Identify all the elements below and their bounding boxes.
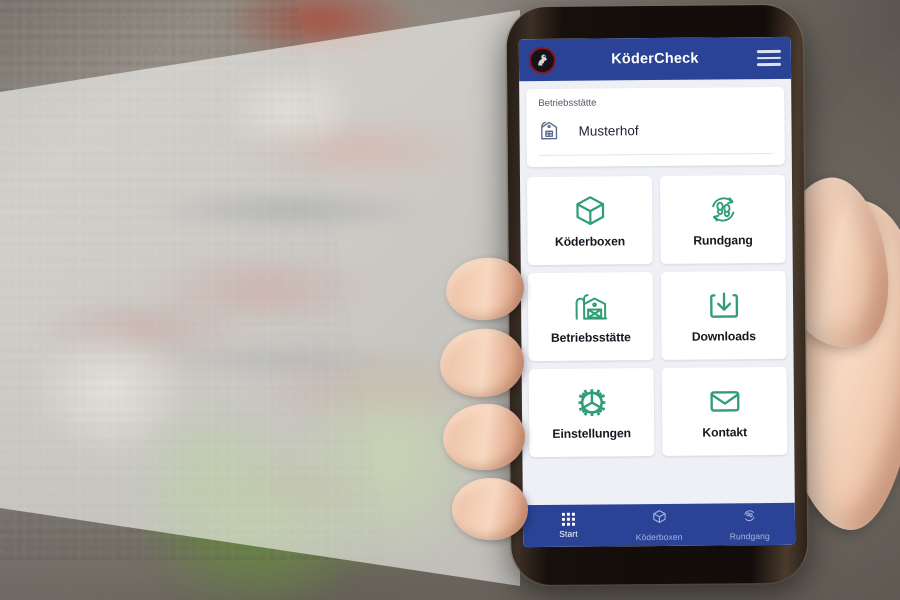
- tile-einstellungen[interactable]: Einstellungen: [528, 368, 655, 458]
- tile-label: Köderboxen: [554, 233, 626, 249]
- tile-betriebsstaette[interactable]: Betriebsstätte: [527, 272, 654, 362]
- tile-kontakt[interactable]: Kontakt: [661, 366, 788, 456]
- nav-item-start[interactable]: Start: [523, 504, 614, 547]
- smartphone: KöderCheck Betriebsstätte Musterhof Köde…: [506, 4, 808, 586]
- app-header: KöderCheck: [518, 36, 792, 82]
- envelope-icon: [707, 384, 741, 418]
- farm-building-icon: [538, 116, 564, 147]
- download-arrow-icon: [706, 288, 740, 322]
- nav-label: Rundgang: [729, 530, 770, 541]
- bottom-navigation: Start Köderboxen Rundgang: [522, 502, 796, 548]
- tile-label: Rundgang: [693, 232, 753, 248]
- tile-rundgang[interactable]: Rundgang: [659, 174, 786, 264]
- tile-koederboxen[interactable]: Köderboxen: [526, 176, 653, 266]
- cube-icon: [573, 193, 607, 227]
- nav-item-rundgang[interactable]: Rundgang: [704, 503, 795, 546]
- grid-dots-icon: [561, 512, 575, 526]
- tile-downloads[interactable]: Downloads: [660, 270, 787, 360]
- tile-label: Kontakt: [702, 424, 748, 440]
- tile-label: Downloads: [691, 328, 756, 344]
- tile-label: Einstellungen: [552, 425, 632, 441]
- footsteps-loop-icon: [706, 192, 740, 226]
- phone-screen: KöderCheck Betriebsstätte Musterhof Köde…: [518, 36, 796, 548]
- footsteps-loop-icon: [742, 508, 757, 528]
- nav-item-koederboxen[interactable]: Köderboxen: [613, 504, 704, 547]
- cube-icon: [651, 508, 666, 528]
- site-name-value: Musterhof: [578, 123, 639, 139]
- nav-label: Start: [559, 528, 578, 539]
- rodent-badge-logo-icon: [528, 46, 557, 74]
- home-tile-grid: Köderboxen Rundgang Betriebsstätte Downl…: [526, 174, 788, 458]
- site-card-label: Betriebsstätte: [538, 97, 597, 110]
- site-card-row[interactable]: Musterhof: [538, 113, 773, 157]
- tile-label: Betriebsstätte: [550, 329, 631, 345]
- app-title: KöderCheck: [611, 50, 699, 68]
- barn-silo-icon: [572, 289, 608, 323]
- hamburger-menu-icon[interactable]: [756, 50, 782, 67]
- site-selector-card[interactable]: Betriebsstätte Musterhof: [526, 86, 785, 168]
- gear-icon: [574, 385, 608, 419]
- nav-label: Köderboxen: [635, 531, 683, 542]
- app-content: Betriebsstätte Musterhof Köderboxen Rund…: [519, 79, 795, 505]
